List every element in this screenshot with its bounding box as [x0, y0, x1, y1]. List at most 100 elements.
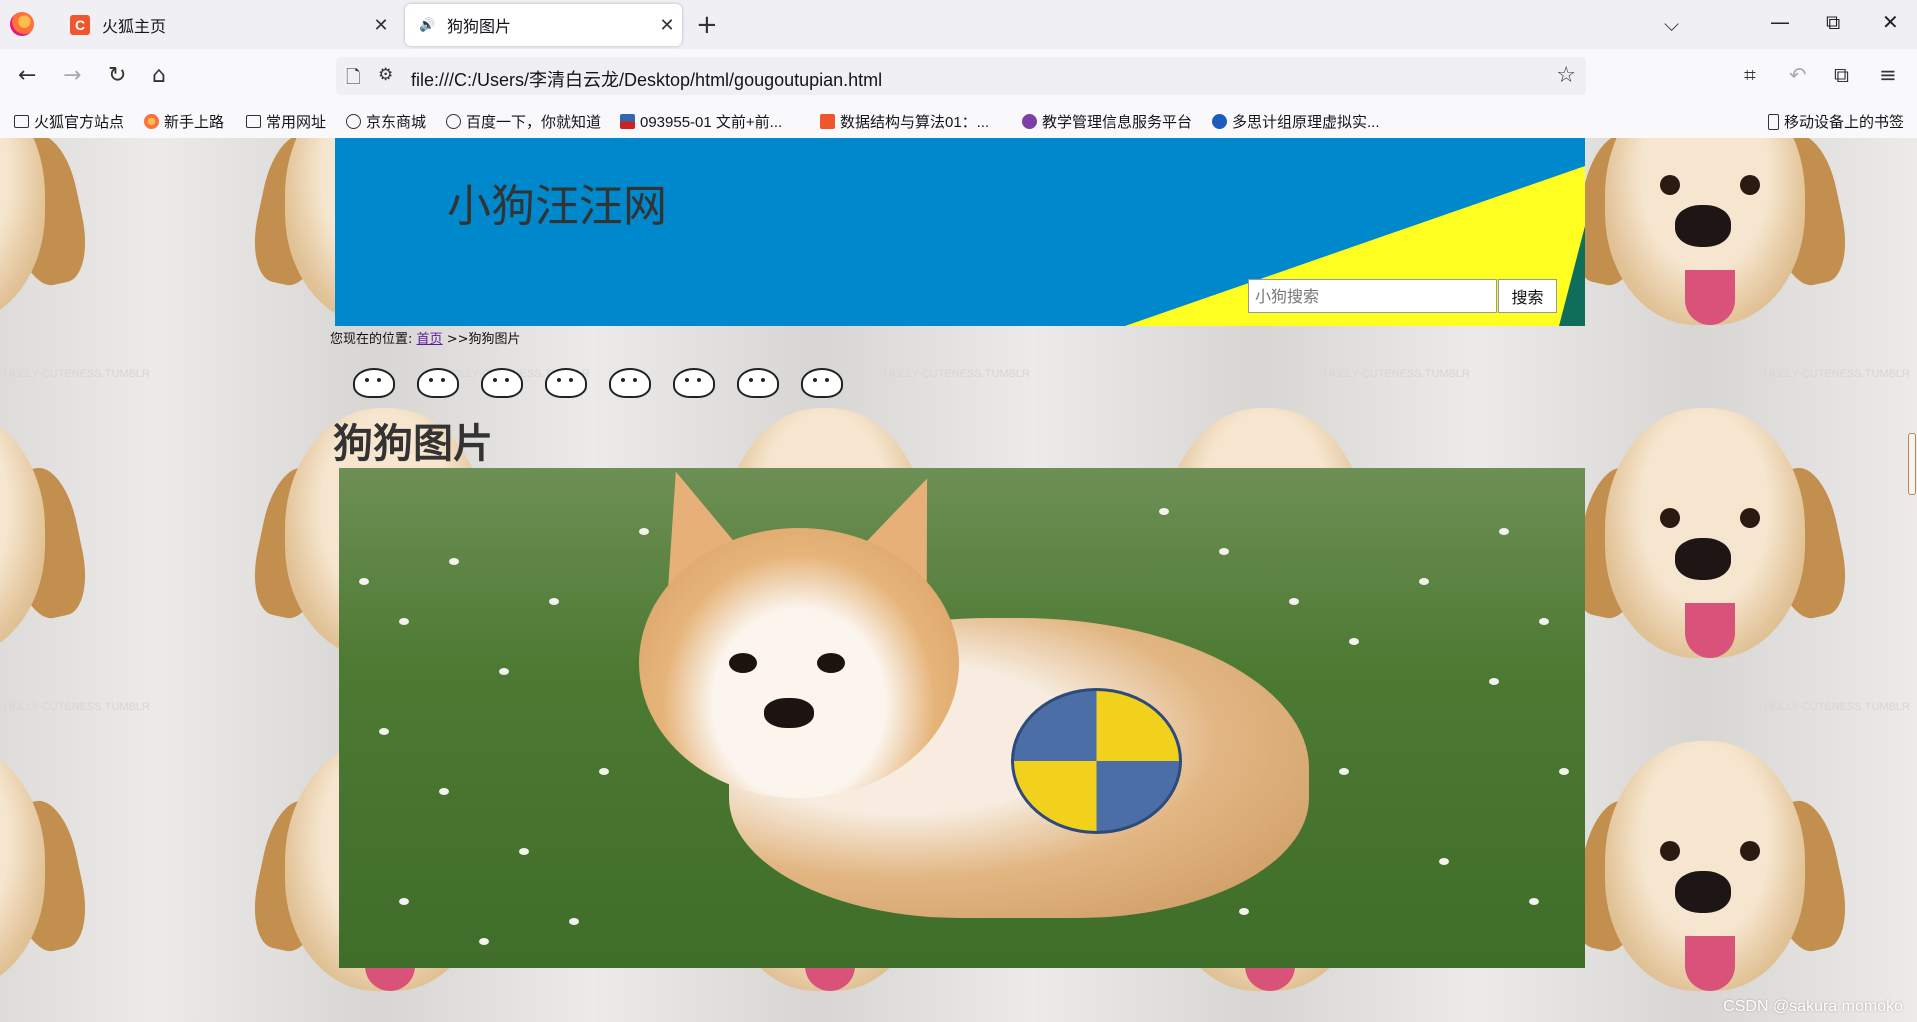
tab-dog-pictures[interactable]: 🔊 狗狗图片 ✕ — [405, 4, 682, 46]
page-title: 狗狗图片 — [333, 421, 493, 467]
restore-button[interactable]: ⧉ — [1826, 10, 1840, 34]
background-watermark: HOLLY-CUTENESS.TUMBLR — [3, 701, 150, 713]
bookmark-label: 多思计组原理虚拟实... — [1232, 114, 1380, 131]
folder-icon — [246, 115, 261, 128]
phone-icon — [1768, 113, 1779, 130]
corgi-nose — [764, 698, 814, 728]
background-watermark: HOLLY-CUTENESS.TUMBLR — [1323, 368, 1470, 380]
daisy-flower — [1239, 908, 1249, 915]
page-icon: 🗋 — [346, 67, 361, 88]
tab-bar: C 火狐主页 ✕ 🔊 狗狗图片 ✕ + ⌵ — ⧉ ✕ — [0, 0, 1917, 49]
daisy-flower — [379, 728, 389, 735]
globe-icon — [346, 114, 361, 129]
puppy-tongue — [1685, 936, 1735, 991]
daisy-flower — [1419, 578, 1429, 585]
minimize-button[interactable]: — — [1770, 10, 1790, 34]
daisy-flower — [1529, 898, 1539, 905]
daisy-flower — [1499, 528, 1509, 535]
tab-list-chevron-icon[interactable]: ⌵ — [1664, 12, 1679, 36]
blue-bird-icon — [1212, 114, 1227, 129]
speaker-icon[interactable]: 🔊 — [419, 15, 435, 35]
puppy-nose — [1675, 205, 1731, 247]
daisy-flower — [499, 668, 509, 675]
puppy-eye — [1660, 841, 1680, 861]
close-icon[interactable]: ✕ — [652, 15, 682, 36]
dog-sticker-icon — [411, 358, 461, 398]
puppy-nose — [1675, 538, 1731, 580]
site-logo[interactable]: 小狗汪汪网 — [447, 170, 667, 234]
page-viewport: HOLLY-CUTENESS.TUMBLR HOLLY-CUTENESS.TUMB… — [0, 138, 1917, 1022]
bookmark-label: 093955-01 文前+前... — [640, 114, 783, 131]
breadcrumb: 您现在的位置: 首页 >>狗狗图片 — [330, 328, 520, 347]
puppy-tongue — [1685, 270, 1735, 325]
bookmark-item[interactable]: 数据结构与算法01：... — [820, 111, 989, 132]
scrollbar[interactable] — [1908, 138, 1917, 1022]
dog-icon-row — [347, 358, 845, 398]
daisy-flower — [1349, 638, 1359, 645]
back-arrow-icon[interactable]: ← — [18, 63, 36, 88]
bookmark-label: 新手上路 — [164, 114, 225, 131]
reload-icon[interactable]: ↻ — [108, 63, 126, 88]
bookmark-star-icon[interactable]: ☆ — [1556, 63, 1576, 88]
bookmark-item[interactable]: 火狐官方站点 — [14, 111, 124, 132]
background-watermark: HOLLY-CUTENESS.TUMBLR — [883, 368, 1030, 380]
globe-icon — [446, 114, 461, 129]
breadcrumb-home-link[interactable]: 首页 — [417, 332, 443, 347]
bookmark-item[interactable]: 常用网址 — [246, 111, 326, 132]
url-text[interactable]: file:///C:/Users/李清白云龙/Desktop/html/goug… — [411, 66, 882, 92]
url-bar[interactable]: 🗋 ⚙ file:///C:/Users/李清白云龙/Desktop/html/… — [336, 57, 1586, 95]
bookmark-item[interactable]: 093955-01 文前+前... — [620, 111, 782, 132]
puppy-eye — [1660, 508, 1680, 528]
firefox-menu-icon[interactable] — [10, 12, 34, 36]
close-window-button[interactable]: ✕ — [1882, 10, 1899, 34]
bookmark-item[interactable]: 多思计组原理虚拟实... — [1212, 111, 1380, 132]
daisy-flower — [399, 898, 409, 905]
puppy-head — [0, 138, 45, 325]
undo-icon[interactable]: ↶ — [1789, 63, 1807, 87]
bookmark-label: 百度一下，你就知道 — [466, 114, 602, 131]
csdn-watermark: CSDN @sakura momoko — [1723, 998, 1903, 1015]
daisy-flower — [359, 578, 369, 585]
background-watermark: HOLLY-CUTENESS.TUMBLR — [1763, 701, 1910, 713]
new-tab-button[interactable]: + — [696, 10, 718, 40]
corgi-head — [639, 528, 959, 798]
tab-label: 火狐主页 — [102, 19, 167, 36]
screenshot-icon[interactable]: ⌗ — [1744, 63, 1756, 88]
menu-icon[interactable]: ≡ — [1879, 63, 1897, 87]
mobile-bookmarks[interactable]: 移动设备上的书签 — [1768, 111, 1904, 132]
bookmark-item[interactable]: 百度一下，你就知道 — [446, 111, 601, 132]
bookmark-item[interactable]: 京东商城 — [346, 111, 426, 132]
bookmark-item[interactable]: 新手上路 — [144, 111, 224, 132]
daisy-flower — [549, 598, 559, 605]
extensions-icon[interactable]: ⧉ — [1834, 63, 1849, 88]
dog-sticker-icon — [795, 358, 845, 398]
breadcrumb-current: >>狗狗图片 — [446, 332, 521, 347]
header-decoration — [1559, 226, 1585, 326]
csdn-favicon-icon: C — [70, 15, 90, 35]
permissions-icon[interactable]: ⚙ — [378, 65, 393, 85]
search-input[interactable] — [1248, 279, 1497, 313]
daisy-flower — [1489, 678, 1499, 685]
background-puppy-tile: HOLLY-CUTENESS.TUMBLR — [0, 388, 160, 721]
daisy-flower — [1159, 508, 1169, 515]
search-button[interactable]: 搜索 — [1498, 279, 1557, 313]
bookmark-label: 火狐官方站点 — [34, 114, 125, 131]
close-icon[interactable]: ✕ — [366, 15, 396, 36]
tab-firefox-home[interactable]: C 火狐主页 ✕ — [52, 2, 396, 48]
bookmark-item[interactable]: 教学管理信息服务平台 — [1022, 111, 1192, 132]
daisy-flower — [1289, 598, 1299, 605]
puppy-eye — [1660, 175, 1680, 195]
bookmark-label: 京东商城 — [366, 114, 427, 131]
forward-arrow-icon[interactable]: → — [63, 63, 81, 88]
puppy-tongue — [1685, 603, 1735, 658]
scrollbar-thumb[interactable] — [1908, 433, 1916, 495]
dog-sticker-icon — [731, 358, 781, 398]
home-icon[interactable]: ⌂ — [152, 63, 166, 88]
daisy-flower — [479, 938, 489, 945]
daisy-flower — [1539, 618, 1549, 625]
tab-label: 狗狗图片 — [447, 19, 512, 36]
puppy-eye — [1740, 175, 1760, 195]
bookmark-label: 移动设备上的书签 — [1784, 114, 1905, 131]
corgi-eye — [729, 653, 757, 673]
dog-sticker-icon — [475, 358, 525, 398]
